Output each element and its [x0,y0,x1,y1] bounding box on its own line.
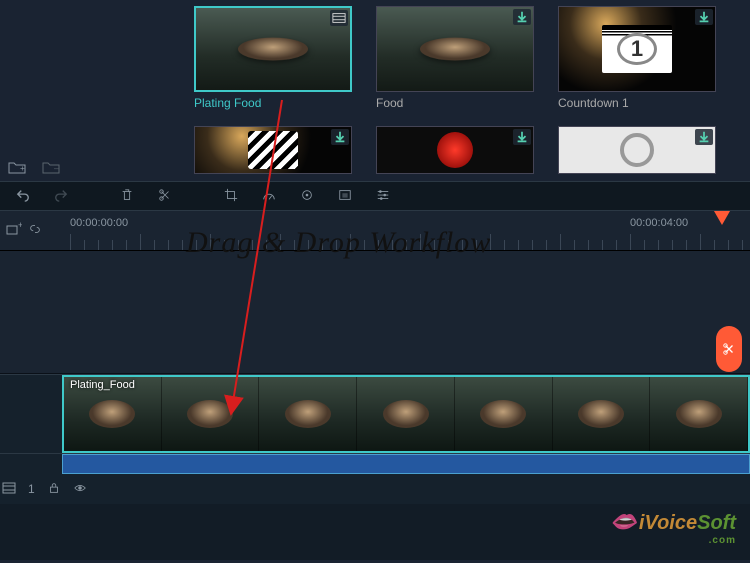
download-badge-icon[interactable] [513,9,531,25]
lock-icon[interactable] [47,481,61,498]
clip-plating-food[interactable]: Plating_Food [62,375,750,453]
media-item-food[interactable]: Food [376,6,546,126]
video-track[interactable]: Plating_Food [0,374,750,454]
film-track-icon [2,482,16,497]
watermark: 👄iVoiceSoft .com [610,509,736,546]
track-gutter [0,375,62,453]
color-icon[interactable] [300,188,314,205]
crop-icon[interactable] [224,188,238,205]
media-item[interactable] [376,126,546,186]
undo-icon[interactable] [16,188,30,205]
ruler-time-label: 00:00:04:00 [630,217,688,229]
watermark-tld: .com [610,535,736,546]
track-index: 1 [28,482,35,496]
media-item[interactable] [194,126,364,186]
speed-icon[interactable] [262,188,276,205]
track-header: 1 [0,474,750,504]
eye-icon[interactable] [73,481,87,498]
add-track-icon[interactable]: + [6,222,22,239]
download-badge-icon[interactable] [695,9,713,25]
watermark-brand-a: iVoice [639,512,697,534]
media-item-label: Plating Food [194,96,364,110]
timeline-empty-area[interactable] [0,251,750,374]
download-badge-icon[interactable] [331,129,349,145]
audio-clip[interactable] [62,454,750,474]
media-thumb[interactable] [376,6,534,92]
media-item[interactable] [558,126,728,186]
media-item-label: Countdown 1 [558,96,728,110]
download-badge-icon[interactable] [513,129,531,145]
link-icon[interactable] [28,222,42,239]
svg-text:+: + [18,222,22,230]
folder-sub-icon[interactable]: – [42,160,60,177]
ruler-time-label: 00:00:00:00 [70,217,128,229]
media-library-panel: Plating Food Food 1 Countdown 1 [0,0,750,181]
film-badge-icon [330,10,348,26]
download-badge-icon[interactable] [695,129,713,145]
media-thumb[interactable] [194,126,352,174]
settings-icon[interactable] [376,188,390,205]
media-thumb[interactable] [558,126,716,174]
green-screen-icon[interactable] [338,188,352,205]
svg-text:+: + [20,164,25,173]
media-item-label: Food [376,96,546,110]
folder-add-icon[interactable]: + [8,160,26,177]
timeline-toolbar [0,181,750,211]
audio-track[interactable] [0,454,750,474]
timeline-ruler[interactable]: + 00:00:00:00 00:00:04:00 [0,211,750,251]
split-icon[interactable] [158,188,172,205]
media-thumb[interactable] [376,126,534,174]
media-grid: Plating Food Food 1 Countdown 1 [194,6,728,186]
playhead-icon[interactable] [714,211,730,225]
scissors-icon[interactable] [716,326,742,372]
media-thumb[interactable]: 1 [558,6,716,92]
redo-icon[interactable] [54,188,68,205]
media-item-plating-food[interactable]: Plating Food [194,6,364,126]
media-thumb[interactable] [194,6,352,92]
library-folder-actions: + – [8,160,60,177]
watermark-brand-b: Soft [697,512,736,534]
clip-label: Plating_Food [70,379,135,391]
delete-icon[interactable] [120,188,134,205]
svg-text:–: – [54,164,59,173]
media-item-countdown[interactable]: 1 Countdown 1 [558,6,728,126]
lips-icon: 👄 [610,509,637,534]
